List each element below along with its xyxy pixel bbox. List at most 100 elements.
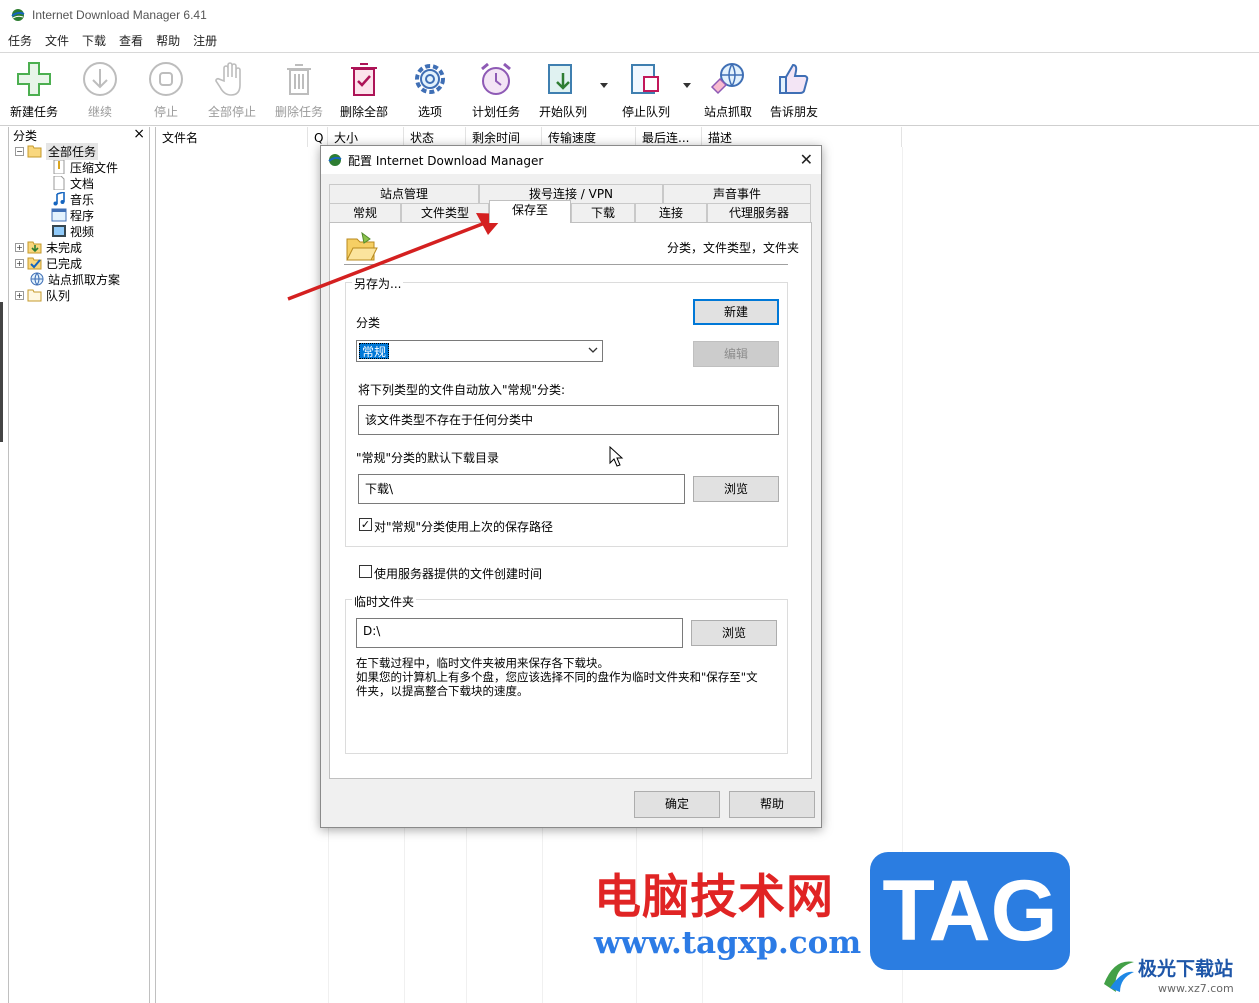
watermark-site-url: www.xz7.com <box>1158 982 1234 995</box>
folder-open-icon <box>27 145 42 158</box>
alarm-clock-icon <box>481 62 511 95</box>
category-select[interactable]: 常规 <box>356 340 603 362</box>
tree-item-finished[interactable]: + 已完成 <box>15 255 82 271</box>
column-size[interactable]: 大小 <box>328 127 404 147</box>
server-time-label[interactable]: 使用服务器提供的文件创建时间 <box>374 565 542 582</box>
default-dir-field[interactable]: 下载\ <box>358 474 685 504</box>
stop-queue-button[interactable]: 停止队列 <box>620 59 672 123</box>
tab-sound-events[interactable]: 声音事件 <box>663 184 811 204</box>
tree-item-label: 未完成 <box>46 240 83 255</box>
watermark-cn-text: 电脑技术网 <box>594 870 834 925</box>
menu-register[interactable]: 注册 <box>193 32 217 49</box>
queue-start-icon <box>548 64 572 94</box>
tree-item-queues[interactable]: + 队列 <box>15 287 70 303</box>
help-button[interactable]: 帮助 <box>729 791 815 818</box>
tree-item-grabber-projects[interactable]: 站点抓取方案 <box>29 271 120 287</box>
window-title: Internet Download Manager 6.41 <box>32 8 207 22</box>
start-queue-button[interactable]: 开始队列 <box>537 59 589 123</box>
site-grabber-button[interactable]: 站点抓取 <box>702 59 754 123</box>
aurora-logo-icon <box>1104 961 1134 992</box>
browse-temp-folder-button[interactable]: 浏览 <box>691 620 777 646</box>
tree-item-compressed[interactable]: 压缩文件 <box>51 159 118 175</box>
mouse-cursor-icon <box>609 446 624 467</box>
close-icon[interactable]: × <box>133 126 145 142</box>
tab-connection[interactable]: 连接 <box>635 203 707 223</box>
temp-help-line-3: 件夹，以提高整合下载块的速度。 <box>356 684 529 698</box>
delete-all-button[interactable]: 删除全部 <box>337 59 391 123</box>
collapse-icon[interactable]: − <box>15 146 24 156</box>
auto-place-label: 将下列类型的文件自动放入"常规"分类: <box>358 383 566 397</box>
menu-file[interactable]: 文件 <box>45 32 69 49</box>
expand-icon[interactable]: + <box>15 290 24 300</box>
edge-marker <box>0 302 3 442</box>
browse-default-dir-button[interactable]: 浏览 <box>693 476 779 502</box>
chevron-down-icon <box>588 347 598 353</box>
music-note-icon <box>53 192 65 206</box>
tree-item-music[interactable]: 音乐 <box>51 191 94 207</box>
stop-all-button[interactable]: 全部停止 <box>205 59 259 123</box>
menu-help[interactable]: 帮助 <box>156 32 180 49</box>
scheduler-button[interactable]: 计划任务 <box>470 59 522 123</box>
column-queue[interactable]: Q <box>308 127 328 147</box>
tab-proxy[interactable]: 代理服务器 <box>707 203 811 223</box>
add-task-label: 新建任务 <box>9 105 58 119</box>
watermark-url-text: www.tagxp.com <box>594 925 862 961</box>
tab-save-to[interactable]: 保存至 <box>489 200 571 223</box>
annotation-arrow-icon <box>287 213 506 301</box>
column-speed[interactable]: 传输速度 <box>542 127 636 147</box>
tree-item-all[interactable]: − 全部任务 <box>15 142 99 160</box>
stop-label: 停止 <box>153 105 178 119</box>
temp-folder-field[interactable]: D:\ <box>356 618 683 648</box>
folder-download-icon <box>27 241 42 254</box>
folder-check-icon <box>27 257 42 270</box>
file-types-field[interactable]: 该文件类型不存在于任何分类中 <box>358 405 779 435</box>
scheduler-label: 计划任务 <box>471 105 520 119</box>
column-filename[interactable]: 文件名 <box>156 127 308 147</box>
ok-button[interactable]: 确定 <box>634 791 720 818</box>
gear-icon <box>415 64 445 94</box>
stop-button[interactable]: 停止 <box>146 59 186 123</box>
tell-friend-button[interactable]: 告诉朋友 <box>768 59 820 123</box>
column-status[interactable]: 状态 <box>404 127 466 147</box>
stop-all-label: 全部停止 <box>207 105 256 119</box>
queue-stop-icon <box>631 64 659 94</box>
tree-item-unfinished[interactable]: + 未完成 <box>15 239 82 255</box>
menu-downloads[interactable]: 下载 <box>82 32 106 49</box>
tree-item-label: 视频 <box>70 224 95 239</box>
download-arrow-icon <box>83 62 117 96</box>
tree-item-label: 全部任务 <box>46 142 99 160</box>
idm-logo-icon <box>328 154 342 166</box>
new-category-button[interactable]: 新建 <box>693 299 779 325</box>
resume-button[interactable]: 继续 <box>80 59 120 123</box>
options-button[interactable]: 选项 <box>410 59 450 123</box>
use-last-path-label[interactable]: 对"常规"分类使用上次的保存路径 <box>374 518 553 535</box>
close-icon[interactable]: ✕ <box>800 150 813 169</box>
expand-icon[interactable]: + <box>15 242 24 252</box>
column-description[interactable]: 描述 <box>702 127 902 147</box>
site-grabber-icon <box>710 63 744 95</box>
watermark-site-logo: 极光下载站 www.xz7.com <box>1100 950 1259 1003</box>
menu-tasks[interactable]: 任务 <box>8 32 32 49</box>
use-last-path-checkbox[interactable]: ✓ <box>359 518 372 531</box>
trash-check-icon <box>351 63 377 96</box>
category-label: 分类 <box>356 316 381 330</box>
dialog-title: 配置 Internet Download Manager <box>348 153 544 168</box>
menu-view[interactable]: 查看 <box>119 32 143 49</box>
add-task-button[interactable]: 新建任务 <box>8 59 60 123</box>
column-last-try[interactable]: 最后连... <box>636 127 702 147</box>
tree-item-documents[interactable]: 文档 <box>51 175 94 191</box>
tree-item-video[interactable]: 视频 <box>51 223 94 239</box>
dialog-title-bar: 配置 Internet Download Manager ✕ <box>321 146 821 174</box>
edit-category-button[interactable]: 编辑 <box>693 341 779 367</box>
default-dir-label: "常规"分类的默认下载目录 <box>356 451 500 465</box>
delete-task-button[interactable]: 删除任务 <box>272 59 326 123</box>
start-queue-dropdown-icon[interactable] <box>600 83 608 88</box>
tab-downloads[interactable]: 下载 <box>571 203 635 223</box>
category-select-value: 常规 <box>359 343 390 359</box>
expand-icon[interactable]: + <box>15 258 24 268</box>
menu-bar: 任务 文件 下载 查看 帮助 注册 <box>0 30 1259 50</box>
stop-queue-dropdown-icon[interactable] <box>683 83 691 88</box>
server-time-checkbox[interactable] <box>359 565 372 578</box>
column-time-left[interactable]: 剩余时间 <box>466 127 542 147</box>
tree-item-programs[interactable]: 程序 <box>51 207 94 223</box>
